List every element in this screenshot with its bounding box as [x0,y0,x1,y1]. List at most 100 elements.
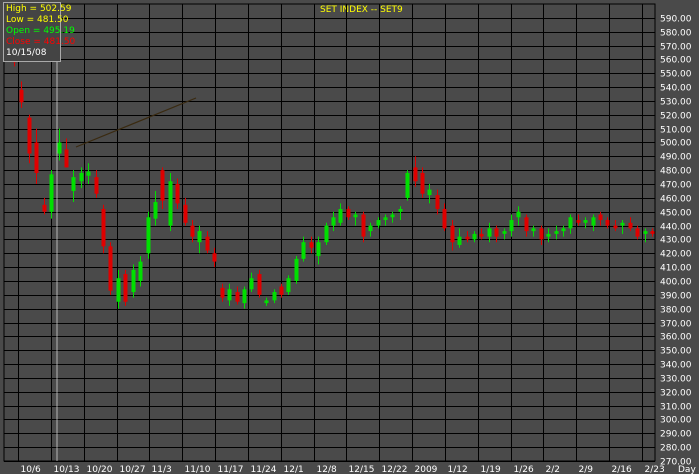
y-tick-label: 430.00 [660,236,692,246]
candle-body [643,231,648,234]
y-tick-label: 290.00 [660,430,692,440]
candle-body [205,236,210,251]
candle-body [272,292,277,301]
candle-body [368,225,373,232]
candle-body [197,231,202,243]
candle-body [101,208,106,247]
candle-body [227,289,232,301]
x-tick-label: 11/10 [185,465,211,474]
close-label: Close [6,37,31,47]
y-tick-label: 280.00 [660,444,692,454]
y-tick-label: 360.00 [660,333,692,343]
y-tick-label: 410.00 [660,264,692,274]
y-tick-label: 370.00 [660,320,692,330]
candle-body [27,117,32,154]
candle-body [361,214,366,237]
candle-body [568,217,573,229]
candle-body [190,225,195,237]
candle-body [79,172,84,182]
candle-body [183,204,188,223]
y-tick-label: 510.00 [660,126,692,136]
close-value: 481.50 [43,37,76,47]
x-tick-label: 10/27 [120,465,146,474]
y-tick-label: 550.00 [660,70,692,80]
y-tick-label: 460.00 [660,195,692,205]
x-tick-label: 11/17 [218,465,244,474]
candle-body [457,236,462,245]
candle-body [242,289,247,304]
candle-body [576,220,581,223]
candle-body [131,269,136,293]
y-tick-label: 420.00 [660,250,692,260]
candle-body [531,228,536,232]
candle-body [220,287,225,298]
low-value: 481.50 [37,15,69,25]
x-tick-label: 12/15 [349,465,375,474]
x-tick-label: 2009 [415,465,438,474]
x-tick-label: 1/19 [481,465,501,474]
candle-body [264,300,269,304]
candle-body [376,220,381,226]
candle-body [442,208,447,229]
candle-body [324,225,329,243]
y-tick-label: 570.00 [660,43,692,53]
x-tick-label: 11/3 [152,465,172,474]
x-tick-label: 2/2 [546,465,560,474]
candle-body [516,211,521,218]
x-tick-label: 2/23 [645,465,665,474]
candle-body [405,172,410,198]
x-tick-label: 12/8 [317,465,337,474]
x-tick-label: 12/22 [382,465,408,474]
y-tick-label: 390.00 [660,292,692,302]
y-tick-label: 310.00 [660,403,692,413]
candle-body [591,217,596,226]
x-axis: 10/6 10/13 10/20 10/27 11/3 11/10 11/17 11/24 12… [21,465,665,474]
chart-title: SET INDEX -- SET9 [320,5,403,15]
x-tick-label: 1/26 [514,465,534,474]
candle-body [42,204,47,212]
chart-area: SET INDEX -- SET9 270.00280.00290.00300.… [3,3,696,474]
candle-body [175,184,180,204]
candle-body [116,278,121,302]
candle-body [465,236,470,240]
candle-body [598,214,603,221]
y-tick-label: 470.00 [660,181,692,191]
candle-body [420,172,425,194]
x-tick-label: 1/12 [448,465,468,474]
candle-body [383,217,388,221]
candle-body [561,228,566,232]
trend-line [75,97,197,148]
candle-body [338,208,343,223]
candle-body [279,286,284,295]
candle-body [479,233,484,237]
x-tick-label: 11/24 [251,465,277,474]
x-tick-label: 2/9 [579,465,594,474]
candle-body [86,171,91,176]
candle-body [650,231,655,234]
high-label: High [6,4,27,14]
y-tick-label: 330.00 [660,375,692,385]
x-axis-unit: Day [678,465,696,474]
candle-body [212,253,217,262]
candle-body [435,195,440,209]
candle-body [413,167,418,182]
candle-body [138,261,143,281]
open-value: 495.19 [43,26,75,36]
candle-body [450,225,455,243]
candle-body [539,228,544,240]
y-tick-label: 490.00 [660,153,692,163]
x-tick-label: 12/1 [284,465,304,474]
ohlc-date: 10/15/08 [6,48,47,58]
y-tick-label: 530.00 [660,98,692,108]
y-tick-label: 590.00 [660,15,692,25]
candle-body [108,246,113,291]
x-tick-label: 2/16 [612,465,632,474]
y-axis: 270.00280.00290.00300.00310.00320.00330.… [660,15,692,468]
candle-body [257,274,262,295]
candle-body [286,278,291,293]
y-tick-label: 540.00 [660,84,692,94]
candle-body [146,217,151,254]
candle-body [301,242,306,259]
candle-body [628,222,633,229]
y-tick-label: 400.00 [660,278,692,288]
